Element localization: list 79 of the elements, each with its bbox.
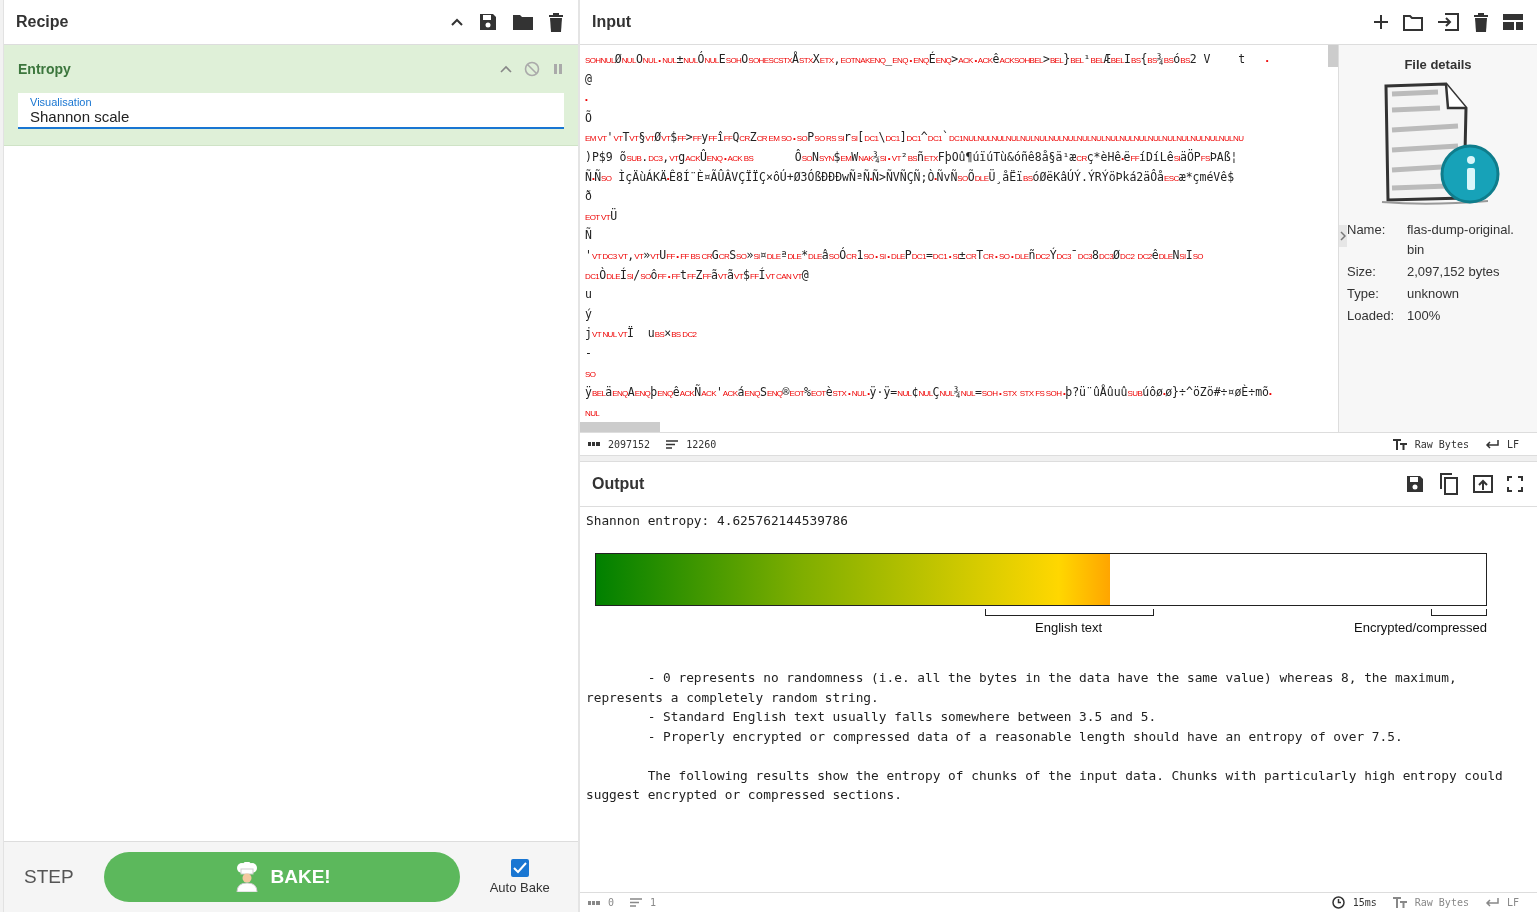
encoding-value[interactable]: Raw Bytes — [1414, 897, 1469, 908]
save-icon[interactable] — [478, 12, 498, 32]
detail-value: unknown — [1407, 285, 1461, 303]
folder-icon[interactable] — [512, 13, 534, 31]
input-line: jVT NUL VTÏ uBS×BS DC2 — [585, 325, 697, 343]
folder-icon[interactable] — [1403, 13, 1423, 31]
layout-icon[interactable] — [1503, 14, 1523, 30]
description-text: - Standard English text usually falls somewhere between 3.5 and 5. — [646, 708, 1158, 726]
input-line: ÿBELäENQAENQþENQêACKÑACK'ACKáENQSENQ®EOT%EOTèSTX • NUL •ÿ·ÿ=NUL¢NULÇNUL¾NUL=SOH • STX STX FS SOH •þ?ü¨ûÅûuûSUBúôø•ø}÷^öZö#÷¤øÈ÷mõ• — [585, 383, 1272, 402]
font-icon — [1392, 897, 1407, 908]
save-icon[interactable] — [1405, 474, 1425, 494]
checkmark-icon — [512, 862, 527, 874]
input-line: ý — [585, 305, 592, 323]
bake-time: 15ms — [1352, 897, 1377, 908]
range-label: English text — [1035, 620, 1103, 635]
input-line: EOT VTÜ — [585, 207, 618, 225]
trash-icon[interactable] — [548, 12, 564, 32]
step-button[interactable]: STEP — [18, 866, 80, 888]
input-line: NUL — [585, 407, 600, 420]
lines-icon — [666, 439, 679, 449]
input-line: SO — [585, 368, 596, 381]
input-line: - — [585, 344, 592, 362]
output-title: Output — [592, 475, 645, 493]
lines-icon — [630, 898, 643, 907]
visualisation-field[interactable]: Visualisation Shannon scale — [18, 93, 564, 129]
input-line: )P$9 õSUB.DC3,VTgACKÛENQ • ACK BS ÔSONSYN$EMWNAK¾SI • VT²BSñETXFþOû¶úïúTù&óñê8å§ä¹æCRç*èHê•ëFFíDíLêSIäÖPFSÞAß¦ — [585, 148, 1238, 166]
eol-value[interactable]: LF — [1506, 438, 1519, 450]
replace-input-icon[interactable] — [1473, 475, 1493, 493]
input-line: EM VT'VTTVT§VTØVT$FF>FFyFFîFFQCRZCR EM SO • SOPSO RS SIrSI[DC1\DC1]DC1^DC1`DC1NULNULNULNULNULNULNULNULNULNULNULNULNULNULNULNULNULNULNULNU — [585, 129, 1244, 147]
plus-icon[interactable] — [1373, 14, 1389, 30]
eol-value[interactable]: LF — [1506, 897, 1519, 908]
length-icon — [588, 441, 600, 447]
range-label: Encrypted/compressed — [1354, 620, 1487, 635]
detail-label: Loaded: — [1347, 307, 1395, 325]
detail-value: 100% — [1407, 307, 1442, 325]
copy-icon[interactable] — [1439, 473, 1459, 495]
input-line: @ — [585, 70, 592, 88]
scrollbar[interactable] — [580, 422, 660, 432]
input-line: Ñ•ÑSO ÌçÄùÁKÄ•Ê8Í¨È¤ÃÛÂVÇÏÏÇ×ôÚ+Ø3ÓßÐÐÐwÑªÑ•Ñ>ÑVÑÇÑ;Ò•ÑvÑSOÕDLEÜ¸åËïBSóØëKâÚÝ.ÝRÝöÞká2äÔåESCæ*çméVê$ — [585, 168, 1235, 186]
length-value: 2097152 — [608, 438, 651, 450]
import-icon[interactable] — [1437, 13, 1459, 31]
input-line: 'VT DC3 VT,VT»VTUFF • FF BS CRGCRSSO»SI¤DLEª DLE*DLEâSOÓCR1SO • SI • DLEPDC1=DC1 • SI±CRTCR • SO • DLEñDC2ÝDC3¯DC38DC3ØDC2 DC2êDLENSIISO — [585, 246, 1203, 264]
detail-label: Size: — [1347, 263, 1377, 281]
detail-value: flas-dump-original.bin — [1407, 221, 1515, 259]
trash-icon[interactable] — [1473, 12, 1489, 32]
return-icon — [1484, 898, 1499, 907]
input-line: Õ — [585, 109, 592, 127]
description-text: - Properly encrypted or compressed data of a reasonable length should have an entropy of over 7.5. — [646, 727, 1404, 746]
description-text: - 0 represents no randomness (i.e. all the bytes in the data have the same value) whereas 8, the maximum, represents a completely random string. — [586, 669, 1458, 707]
detail-value: 2,097,152 bytes — [1407, 263, 1501, 281]
description-text: The following results show the entropy of chunks of the input data. Chunks with particularly high entropy could suggest encrypted or compressed sections. — [586, 766, 1504, 804]
auto-bake-checkbox[interactable]: Auto Bake — [489, 859, 550, 895]
scrollbar[interactable] — [1328, 45, 1338, 67]
entropy-result: Shannon entropy: 4.625762144539786 — [586, 513, 849, 528]
input-line: Ñ — [585, 226, 592, 245]
recipe-title: Recipe — [16, 13, 69, 31]
clock-icon — [1331, 896, 1345, 909]
return-icon — [1484, 439, 1499, 449]
input-title: Input — [592, 13, 632, 31]
font-icon — [1392, 438, 1407, 450]
length-icon — [588, 899, 600, 906]
lines-value: 1 — [650, 897, 657, 908]
file-details-title: File details — [1404, 57, 1472, 72]
input-line: ð — [585, 188, 592, 206]
range-bracket — [1431, 609, 1487, 616]
input-line: • — [585, 94, 588, 107]
caret-up-icon[interactable] — [450, 17, 464, 27]
encoding-value[interactable]: Raw Bytes — [1414, 438, 1469, 450]
detail-label: Name: — [1347, 221, 1387, 239]
detail-label: Type: — [1347, 285, 1380, 303]
input-line: DC1ÒDLEÍSI/SOôFF • FFtFFZFFãVTãVT$FFÍVT CAN VT@ — [585, 266, 809, 284]
lines-value: 12260 — [686, 438, 717, 450]
input-line: SOHNULØNULONUL • NUL±NULÓNULESOHOSOHESCSTXÅSTXXETX,EOTNAKENQ_ENQ • ENQÉENQ>ACK • ACKêACKSOHBEL>BEL}BEL¹ BELÆBELIBS{BS¾BSóBS2 V t • — [585, 50, 1269, 68]
operation-title: Entropy — [18, 61, 71, 77]
fullscreen-icon[interactable] — [1507, 476, 1523, 492]
input-line: u — [585, 286, 592, 304]
length-value: 0 — [608, 897, 615, 908]
resize-handle[interactable] — [580, 455, 1537, 462]
collapse-handle[interactable] — [1339, 225, 1347, 247]
